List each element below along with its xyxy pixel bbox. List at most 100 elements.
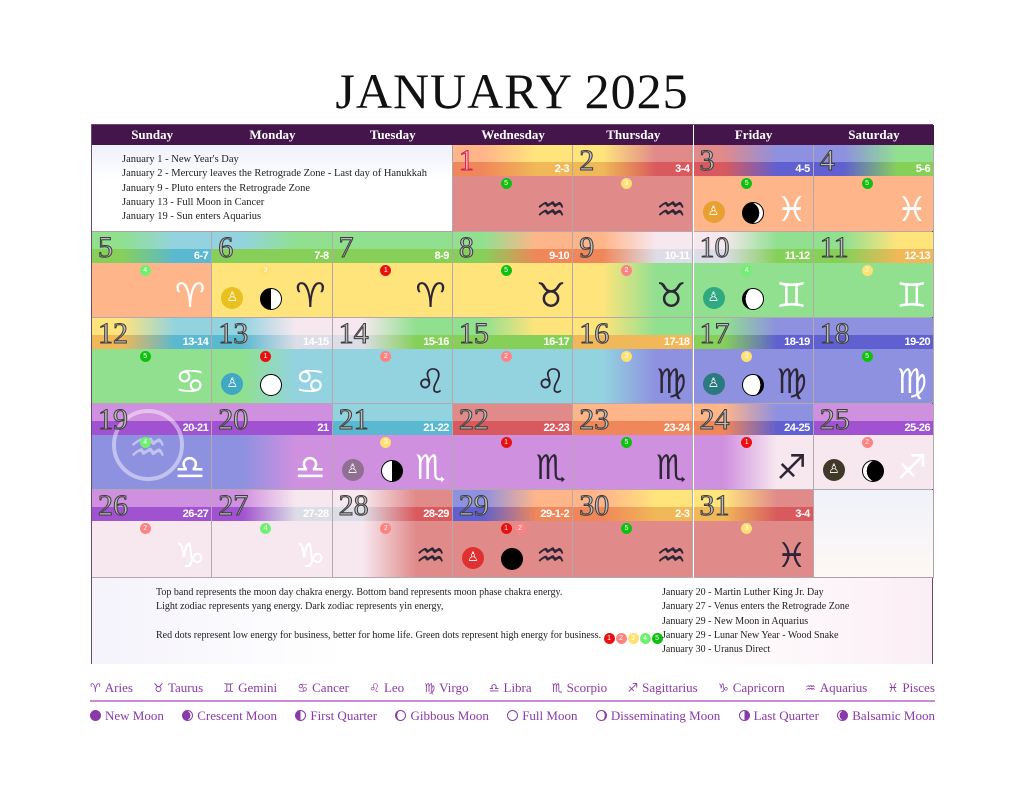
day-cell-24[interactable]: 24 24-25 1 ♐ <box>693 404 814 490</box>
day-cell-13[interactable]: 13 14-15 1 ♋ ♙ <box>212 318 333 404</box>
energy-dot: 5 <box>620 437 632 448</box>
weekday-header-sunday: Sunday <box>92 125 213 145</box>
day-cell-17[interactable]: 17 18-19 3 ♍ ♙ <box>693 318 814 404</box>
day-cell-7[interactable]: 7 8-9 1 ♈ <box>332 232 453 318</box>
energy-dot: 2 <box>620 265 632 276</box>
energy-dot: 5 <box>500 265 512 276</box>
energy-dot: 5 <box>741 178 753 189</box>
legend-crescent: Crescent Moon <box>182 708 277 724</box>
day-cell-9[interactable]: 9 10-11 2 ♉ <box>573 232 694 318</box>
day-cell-18[interactable]: 18 19-20 5 ♍ <box>813 318 935 404</box>
day-cell-22[interactable]: 22 22-23 1 ♏ <box>452 404 574 490</box>
day-cell-25[interactable]: 25 25-26 2 ♐ ♙ <box>813 404 935 490</box>
day-number: 26 <box>98 490 129 522</box>
moon-day-range: 20-21 <box>182 422 209 434</box>
day-number: 12 <box>98 318 129 350</box>
legend-label: Virgo <box>439 680 469 695</box>
day-cell-11[interactable]: 11 12-13 3 ♊ <box>813 232 935 318</box>
moon-day-range: 12-13 <box>904 250 931 262</box>
legend-balsamic: Balsamic Moon <box>837 708 935 724</box>
day-cell-20[interactable]: 20 21 ♎ <box>212 404 333 490</box>
day-cell-31[interactable]: 31 3-4 3 ♓ <box>693 490 814 578</box>
weekday-header-tuesday: Tuesday <box>332 125 453 145</box>
day-cell-16[interactable]: 16 17-18 3 ♍ <box>573 318 694 404</box>
day-cell-12[interactable]: 12 13-14 5 ♋ <box>92 318 213 404</box>
moon-day-range: 3-4 <box>795 508 810 520</box>
day-cell-21[interactable]: 21 21-22 3 ♏ ♙ <box>332 404 453 490</box>
empty-cell <box>813 490 935 578</box>
day-number: 25 <box>819 404 850 436</box>
energy-dots: 3 <box>861 265 873 276</box>
event-line: January 27 - Venus enters the Retrograde… <box>662 601 850 613</box>
day-number: 5 <box>98 232 114 264</box>
energy-dot: 5 <box>620 523 632 534</box>
day-cell-19[interactable]: ♒ 19 20-21 4 ♎ <box>92 404 213 490</box>
calendar-grid: Sunday Monday Tuesday Wednesday Thursday Frid… <box>91 124 935 664</box>
day-number: 30 <box>579 490 610 522</box>
energy-scale-dot: 2 <box>615 632 627 644</box>
energy-dot: 5 <box>139 351 151 362</box>
energy-dots: 5 <box>500 178 512 189</box>
energy-dots: 3 <box>741 523 753 534</box>
day-cell-27[interactable]: 27 27-28 4 ♑ <box>212 490 333 578</box>
legend-new: New Moon <box>90 708 164 724</box>
energy-dot: 4 <box>741 265 753 276</box>
legend-label: Full Moon <box>522 708 578 723</box>
energy-scale-dot: 3 <box>627 632 639 644</box>
day-cell-29[interactable]: 29 29-1-2 1 2 ♒ ♙ <box>452 490 574 578</box>
day-cell-1[interactable]: 1 2-3 5 ♒ <box>452 145 574 232</box>
energy-dots: 3 <box>620 178 632 189</box>
moon-day-range: 7-8 <box>314 250 329 262</box>
weekday-header-saturday: Saturday <box>813 125 935 145</box>
day-cell-5[interactable]: 5 6-7 4 ♈ <box>92 232 213 318</box>
explanation-line: Light zodiac represents yang energy. Dar… <box>156 601 444 613</box>
meditation-icon: ♙ <box>702 201 725 223</box>
cancer-icon: ♋ <box>297 681 309 695</box>
note-line: January 13 - Full Moon in Cancer <box>122 196 265 208</box>
energy-dots: 3 <box>741 351 753 362</box>
day-cell-14[interactable]: 14 15-16 2 ♌ <box>332 318 453 404</box>
day-cell-4[interactable]: 4 5-6 5 ♓ <box>813 145 935 232</box>
day-cell-6[interactable]: 6 7-8 3 ♈ ♙ <box>212 232 333 318</box>
day-number: 31 <box>699 490 730 522</box>
day-number: 27 <box>218 490 249 522</box>
day-cell-15[interactable]: 15 16-17 2 ♌ <box>452 318 574 404</box>
legend-label: Cancer <box>312 680 349 695</box>
legend-virgo: ♍ Virgo <box>424 680 468 696</box>
day-cell-28[interactable]: 28 28-29 2 ♒ <box>332 490 453 578</box>
last-quarter-moon-icon <box>380 460 403 482</box>
day-cell-10[interactable]: 10 11-12 4 ♊ ♙ <box>693 232 814 318</box>
pisces-icon: ♓ <box>776 190 807 230</box>
aquarius-icon: ♒ <box>535 190 567 230</box>
energy-scale-dot: 5 <box>651 632 663 644</box>
legend-aries: ♈ Aries <box>90 680 133 696</box>
energy-dot: 5 <box>861 351 873 362</box>
legend-first-quarter: First Quarter <box>295 708 377 724</box>
note-line: January 9 - Pluto enters the Retrograde … <box>122 182 311 194</box>
day-cell-30[interactable]: 30 2-3 5 ♒ <box>573 490 694 578</box>
energy-scale-dot: 1 <box>603 632 615 644</box>
meditation-icon: ♙ <box>341 459 364 481</box>
moon-day-range: 25-26 <box>904 422 931 434</box>
day-cell-3[interactable]: 3 4-5 5 ♓ ♙ <box>693 145 814 232</box>
day-cell-8[interactable]: 8 9-10 5 ♉ <box>452 232 574 318</box>
day-cell-26[interactable]: 26 26-27 2 ♑ <box>92 490 213 578</box>
day-number: 20 <box>218 404 249 436</box>
day-cell-2[interactable]: 2 3-4 3 ♒ <box>573 145 694 232</box>
day-number: 18 <box>819 318 850 350</box>
energy-dot: 3 <box>741 351 753 362</box>
legend-label: Libra <box>503 680 532 695</box>
energy-dots: 5 <box>741 178 753 189</box>
day-cell-23[interactable]: 23 23-24 5 ♏ <box>573 404 694 490</box>
bottom-events: January 20 - Martin Luther King Jr. Day J… <box>662 586 849 657</box>
energy-dot: 2 <box>380 523 392 534</box>
day-number: 2 <box>579 145 595 177</box>
capricorn-icon: ♑ <box>717 681 729 695</box>
gemini-icon: ♊ <box>896 276 928 316</box>
energy-dot: 3 <box>620 178 632 189</box>
capricorn-icon: ♑ <box>295 536 326 576</box>
energy-dots: 1 <box>500 437 512 448</box>
energy-dot: 1 <box>500 523 512 534</box>
energy-dot: 3 <box>380 437 392 448</box>
libra-icon: ♎ <box>174 448 206 488</box>
